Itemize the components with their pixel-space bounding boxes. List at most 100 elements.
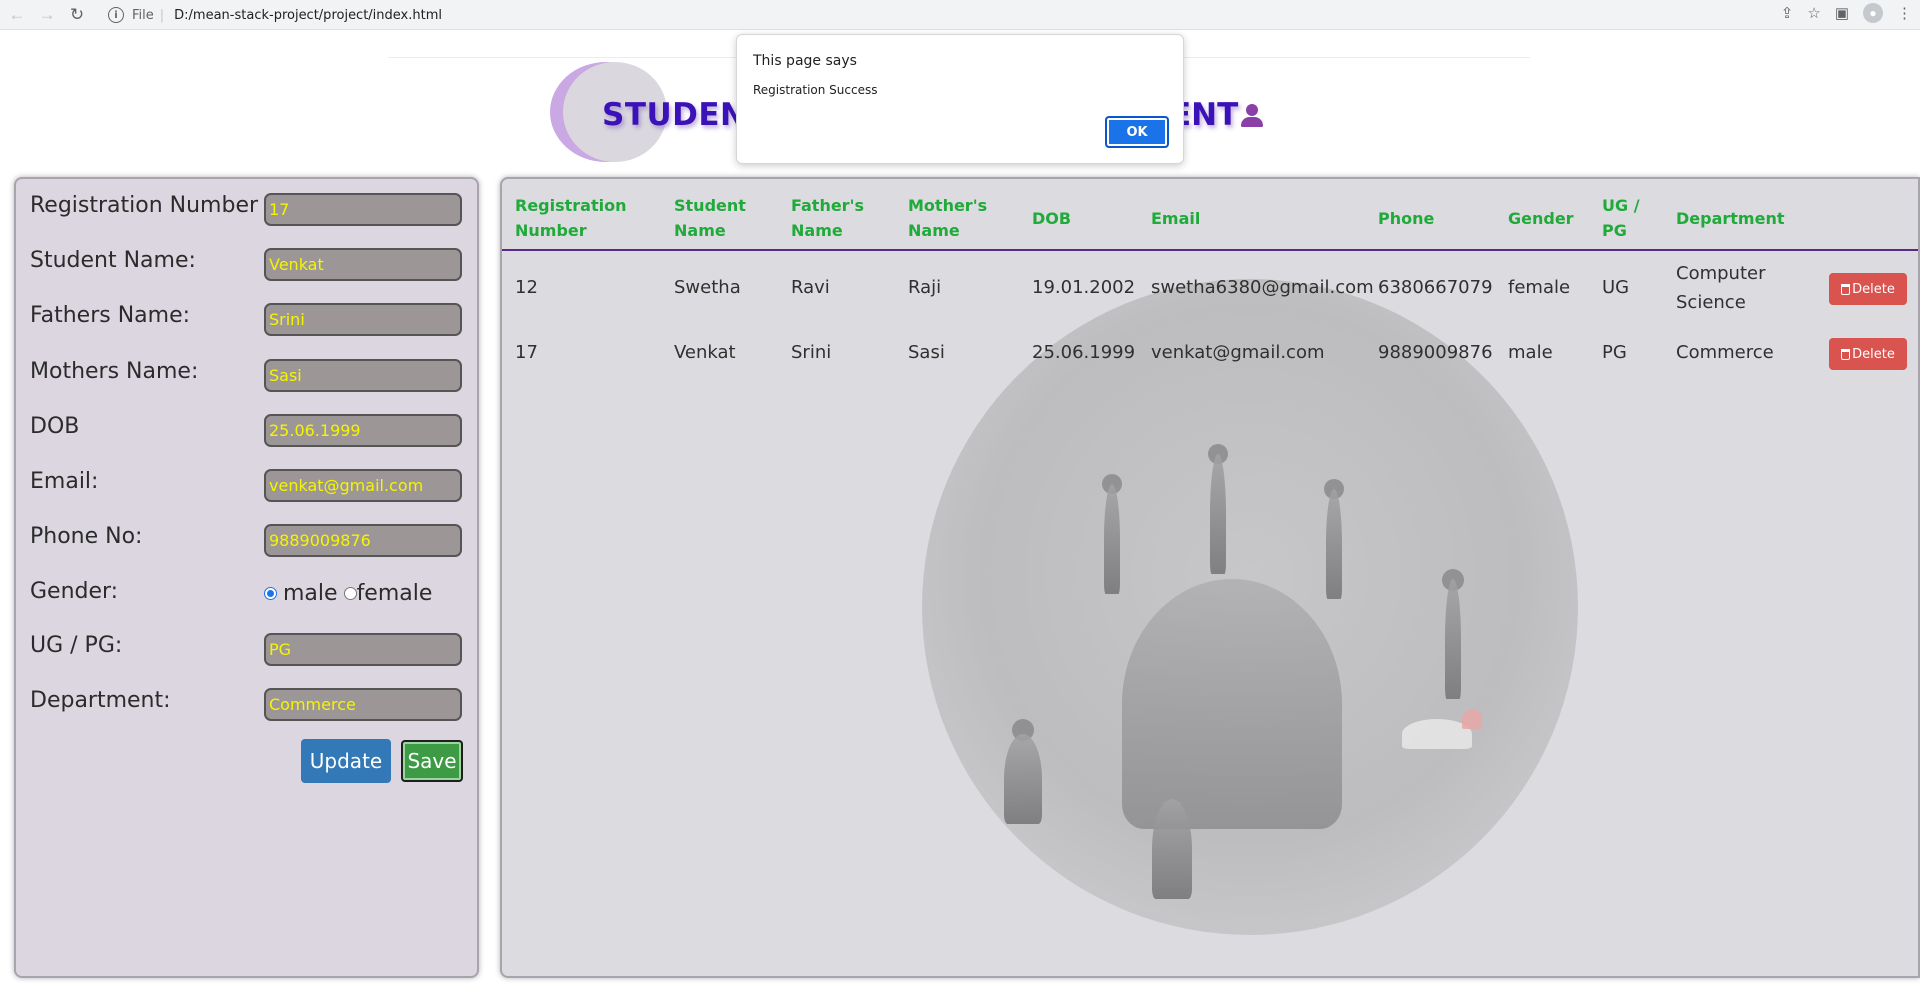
address-bar[interactable]: i File | D:/mean-stack-project/project/i… [108,3,1788,27]
table-row: 12 Swetha Ravi Raji 19.01.2002 swetha638… [502,259,1918,321]
delete-button-label: Delete [1852,346,1895,362]
cell-registration: 12 [515,277,538,298]
table-header-row: Registration Number Student Name Father'… [502,179,1918,251]
delete-button[interactable]: Delete [1829,273,1907,305]
trash-icon [1841,348,1851,360]
bookmark-star-icon[interactable]: ☆ [1807,4,1820,22]
form-row-gender: Gender: male female [16,575,476,615]
student-table-panel: Registration Number Student Name Father'… [500,177,1920,978]
alert-message: Registration Success [753,83,878,97]
cell-student-name: Swetha [674,277,741,298]
col-header-phone: Phone [1378,209,1435,228]
cell-fathers-name: Srini [791,342,832,363]
gender-radio-group: male female [264,581,432,606]
col-header-student-name: Student Name [674,196,746,240]
delete-button[interactable]: Delete [1829,338,1907,370]
form-row-registration: Registration Number 17 [16,189,476,229]
form-row-phone: Phone No: 9889009876 [16,520,476,560]
col-header-mothers-name: Mother's Name [908,196,988,240]
gender-male-radio[interactable] [264,587,277,600]
cell-ugpg: PG [1602,342,1627,363]
alert-ok-button[interactable]: OK [1105,116,1169,148]
user-icon [1240,101,1264,129]
col-header-department: Department [1676,209,1785,228]
form-row-student-name: Student Name: Venkat [16,244,476,284]
form-row-fathers-name: Fathers Name: Srini [16,299,476,339]
cell-registration: 17 [515,342,538,363]
dob-input[interactable]: 25.06.1999 [264,414,462,447]
chess-background-image [922,279,1578,935]
cell-department: Computer Science [1676,263,1766,313]
col-header-registration: Registration Number [515,196,627,240]
mothers-name-label: Mothers Name: [30,359,199,384]
email-input[interactable]: venkat@gmail.com [264,469,462,502]
col-header-fathers-name: Father's Name [791,196,864,240]
form-row-email: Email: venkat@gmail.com [16,465,476,505]
cell-gender: male [1508,342,1553,363]
table-row: 17 Venkat Srini Sasi 25.06.1999 venkat@g… [502,325,1918,375]
gender-label: Gender: [30,579,119,604]
registration-number-input[interactable]: 17 [264,193,462,226]
mothers-name-input[interactable]: Sasi [264,359,462,392]
form-row-department: Department: Commerce [16,684,476,724]
cell-email: venkat@gmail.com [1151,342,1325,363]
registration-number-label: Registration Number [30,193,259,218]
trash-icon [1841,283,1851,295]
delete-button-label: Delete [1852,281,1895,297]
save-button[interactable]: Save [401,740,463,782]
gender-female-radio[interactable] [343,587,357,600]
fathers-name-label: Fathers Name: [30,303,191,328]
cell-fathers-name: Ravi [791,277,830,298]
side-panel-icon[interactable]: ▣ [1835,4,1849,22]
ugpg-input[interactable]: PG [264,633,462,666]
col-header-dob: DOB [1032,209,1072,228]
cell-email: swetha6380@gmail.com [1151,277,1374,298]
email-label: Email: [30,469,99,494]
alert-dialog: This page says Registration Success OK [736,34,1184,164]
reload-icon[interactable]: ↻ [64,2,90,28]
student-name-input[interactable]: Venkat [264,248,462,281]
phone-input[interactable]: 9889009876 [264,524,462,557]
page-title-right: ENT [1170,97,1264,133]
share-icon[interactable]: ⇪ [1781,4,1794,22]
dob-label: DOB [30,414,80,439]
student-name-label: Student Name: [30,248,196,273]
ugpg-label: UG / PG: [30,633,123,658]
cell-ugpg: UG [1602,277,1630,298]
gender-female-label: female [356,581,433,606]
url-separator: | [159,7,165,23]
url-scheme-label: File [132,7,154,23]
form-row-ugpg: UG / PG: PG [16,629,476,669]
browser-actions: ⇪ ☆ ▣ ● ⋮ [1781,3,1912,23]
back-arrow-icon[interactable]: ← [4,2,30,28]
cell-student-name: Venkat [674,342,736,363]
department-label: Department: [30,688,171,713]
col-header-ugpg: UG / PG [1602,196,1640,240]
cell-department: Commerce [1676,342,1774,363]
col-header-gender: Gender [1508,209,1574,228]
kebab-menu-icon[interactable]: ⋮ [1897,4,1912,22]
cell-dob: 25.06.1999 [1032,342,1136,363]
fathers-name-input[interactable]: Srini [264,303,462,336]
cell-mothers-name: Raji [908,277,942,298]
cell-mothers-name: Sasi [908,342,945,363]
profile-avatar-icon[interactable]: ● [1863,3,1883,23]
gender-male-label: male [283,581,338,606]
cell-dob: 19.01.2002 [1032,277,1136,298]
form-row-dob: DOB 25.06.1999 [16,410,476,450]
info-icon[interactable]: i [108,7,124,23]
phone-label: Phone No: [30,524,143,549]
page-title-left: STUDEN [602,97,747,133]
url-text[interactable]: D:/mean-stack-project/project/index.html [174,8,442,23]
forward-arrow-icon[interactable]: → [34,2,60,28]
student-form-panel: Registration Number 17 Student Name: Ven… [14,177,479,978]
form-row-mothers-name: Mothers Name: Sasi [16,355,476,395]
department-input[interactable]: Commerce [264,688,462,721]
cell-phone: 9889009876 [1378,342,1493,363]
cell-gender: female [1508,277,1571,298]
cell-phone: 6380667079 [1378,277,1493,298]
alert-title: This page says [753,53,857,69]
col-header-email: Email [1151,209,1201,228]
update-button[interactable]: Update [301,739,391,783]
browser-toolbar: ← → ↻ i File | D:/mean-stack-project/pro… [0,0,1920,30]
